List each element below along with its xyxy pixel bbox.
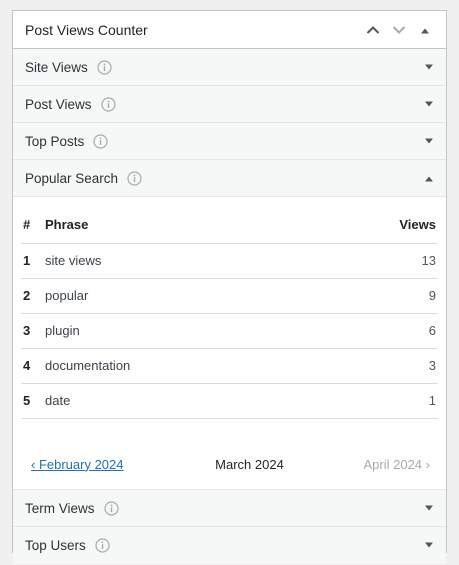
- toggle-panel-button[interactable]: [412, 11, 438, 49]
- row-phrase: documentation: [45, 348, 316, 384]
- section-label: Top Posts: [25, 133, 85, 149]
- section-post-views[interactable]: Post Views: [13, 86, 446, 123]
- chevron-up-icon: [366, 26, 380, 34]
- month-pager: ‹ February 2024 March 2024 April 2024 ›: [21, 453, 438, 475]
- move-down-button[interactable]: [386, 11, 412, 49]
- current-month-label: March 2024: [215, 456, 284, 472]
- section-top-users[interactable]: Top Users: [13, 527, 446, 564]
- expand-arrow-icon[interactable]: [424, 123, 434, 160]
- popular-search-table: # Phrase Views 1 site views 13 2 popular…: [21, 207, 438, 419]
- row-rank: 2: [21, 278, 45, 314]
- row-views: 9: [315, 278, 438, 314]
- info-icon[interactable]: [127, 170, 142, 186]
- section-label: Site Views: [25, 59, 88, 75]
- info-icon[interactable]: [97, 59, 112, 75]
- section-label: Popular Search: [25, 170, 119, 186]
- collapse-arrow-icon[interactable]: [424, 160, 434, 197]
- table-row: 4 documentation 3: [21, 348, 438, 384]
- row-phrase: date: [45, 383, 316, 419]
- section-site-views[interactable]: Site Views: [13, 49, 446, 86]
- section-top-posts[interactable]: Top Posts: [13, 123, 446, 160]
- row-views: 1: [315, 383, 438, 419]
- header-controls: [360, 11, 438, 49]
- table-row: 3 plugin 6: [21, 313, 438, 349]
- post-views-counter-widget: Post Views Counter Site Views Post Views: [12, 10, 447, 564]
- popular-search-content: # Phrase Views 1 site views 13 2 popular…: [13, 207, 446, 490]
- widget-title: Post Views Counter: [25, 21, 148, 38]
- previous-month-link[interactable]: ‹ February 2024: [21, 457, 124, 472]
- section-popular-search[interactable]: Popular Search: [13, 160, 446, 197]
- expand-arrow-icon[interactable]: [424, 86, 434, 123]
- column-header-rank: #: [21, 207, 45, 244]
- widget-header: Post Views Counter: [13, 11, 446, 49]
- table-row: 2 popular 9: [21, 278, 438, 314]
- column-header-phrase: Phrase: [45, 207, 316, 244]
- column-header-views: Views: [315, 207, 438, 244]
- section-label: Top Users: [25, 538, 86, 553]
- info-icon[interactable]: [93, 133, 108, 149]
- row-views: 13: [315, 243, 438, 279]
- expand-arrow-icon[interactable]: [424, 527, 434, 564]
- section-label: Post Views: [25, 96, 92, 112]
- chevron-down-icon: [392, 26, 406, 34]
- section-term-views[interactable]: Term Views: [13, 490, 446, 527]
- info-icon[interactable]: [95, 538, 110, 553]
- table-row: 1 site views 13: [21, 243, 438, 279]
- row-views: 3: [315, 348, 438, 384]
- row-views: 6: [315, 313, 438, 349]
- row-rank: 4: [21, 348, 45, 384]
- next-month-disabled: April 2024 ›: [363, 456, 430, 472]
- row-rank: 1: [21, 243, 45, 279]
- row-rank: 5: [21, 383, 45, 419]
- info-icon[interactable]: [100, 96, 116, 112]
- expand-arrow-icon[interactable]: [424, 490, 434, 527]
- table-row: 5 date 1: [21, 383, 438, 419]
- row-phrase: plugin: [45, 313, 316, 349]
- info-icon[interactable]: [103, 500, 119, 516]
- row-phrase: popular: [45, 278, 316, 314]
- table-header-row: # Phrase Views: [21, 207, 438, 244]
- move-up-button[interactable]: [360, 11, 386, 49]
- collapse-triangle-icon: [421, 28, 429, 33]
- row-phrase: site views: [45, 243, 316, 279]
- row-rank: 3: [21, 313, 45, 349]
- section-label: Term Views: [25, 500, 95, 516]
- expand-arrow-icon[interactable]: [424, 49, 434, 86]
